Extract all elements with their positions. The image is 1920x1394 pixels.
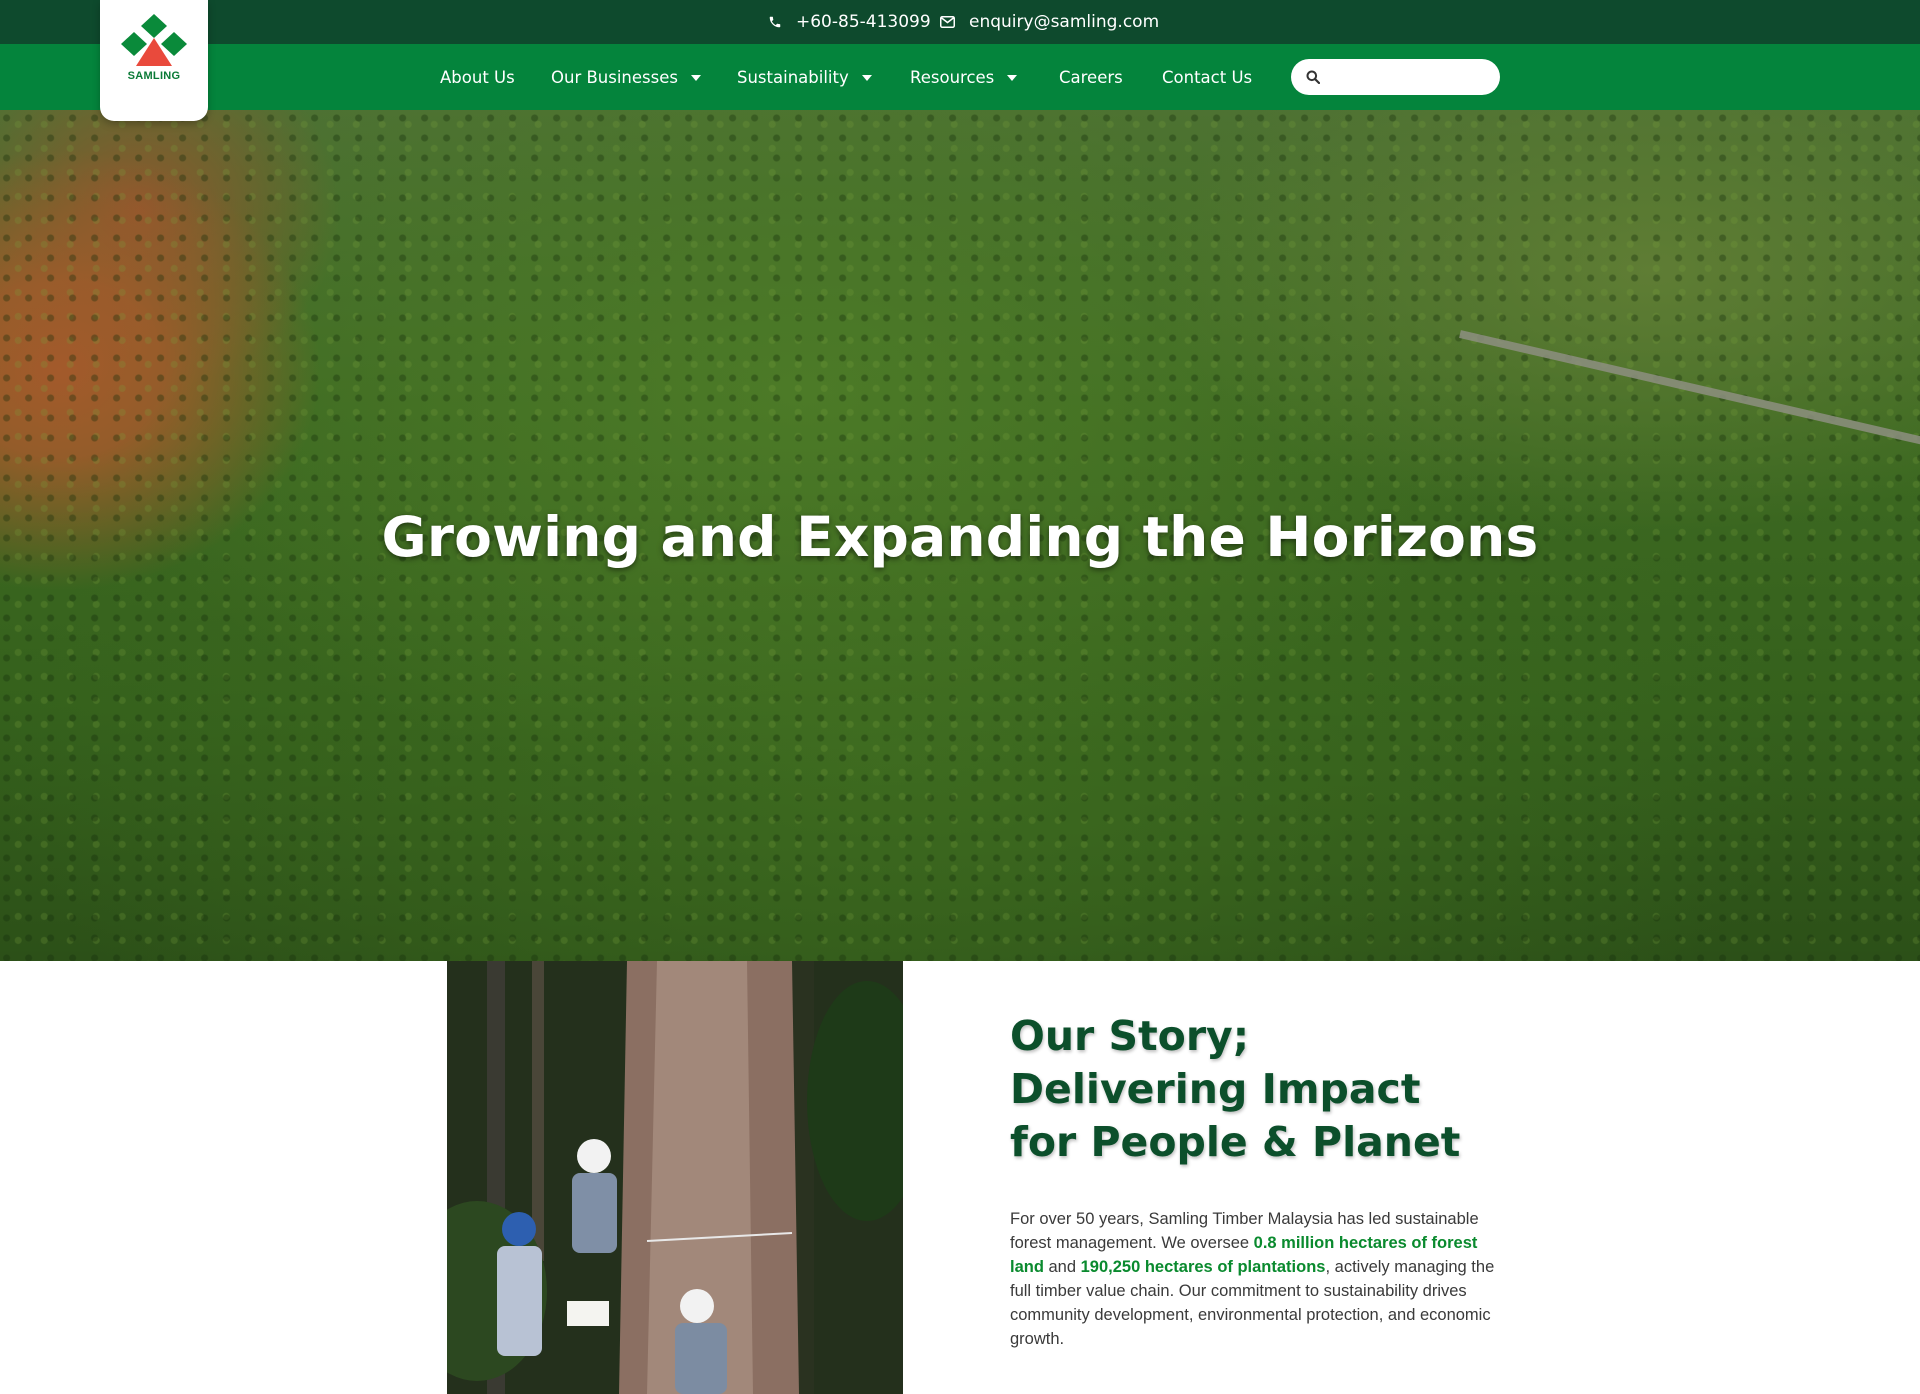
samling-logo-mark (121, 14, 187, 66)
search-box[interactable] (1291, 59, 1500, 95)
email-address: enquiry@samling.com (969, 12, 1160, 32)
story-title-line-1: Our Story; (1010, 1012, 1250, 1060)
top-contact-bar: +60-85-413099 enquiry@samling.com (0, 0, 1920, 44)
nav-label: Sustainability (737, 67, 849, 87)
story-paragraph: For over 50 years, Samling Timber Malays… (1010, 1207, 1500, 1351)
nav-about-us[interactable]: About Us (440, 44, 515, 110)
nav-label: Our Businesses (551, 67, 678, 87)
main-nav: About Us Our Businesses Sustainability R… (0, 44, 1920, 110)
search-input[interactable] (1328, 62, 1488, 92)
logo-text: SAMLING (127, 70, 181, 82)
nav-label: Resources (910, 67, 995, 87)
nav-contact-us[interactable]: Contact Us (1162, 44, 1252, 110)
search-icon (1306, 70, 1320, 84)
nav-careers[interactable]: Careers (1059, 44, 1123, 110)
nav-label: Careers (1059, 67, 1123, 87)
story-image (447, 961, 903, 1394)
story-text-2: and (1043, 1258, 1081, 1276)
story-title-line-3: for People & Planet (1010, 1118, 1461, 1166)
caret-down-icon (690, 75, 701, 81)
phone-number: +60-85-413099 (796, 12, 931, 32)
nav-our-businesses[interactable]: Our Businesses (551, 44, 701, 110)
story-title-line-2: Delivering Impact (1010, 1065, 1421, 1113)
story-title: Our Story; Delivering Impact for People … (1010, 1010, 1530, 1169)
envelope-icon (940, 16, 955, 28)
hero-banner: Growing and Expanding the Horizons (0, 110, 1920, 961)
phone-icon (769, 16, 781, 28)
phone-contact[interactable]: +60-85-413099 (768, 0, 931, 44)
hero-road-detail (1459, 330, 1920, 451)
nav-label: Contact Us (1162, 67, 1253, 87)
hero-title: Growing and Expanding the Horizons (381, 505, 1539, 569)
caret-down-icon (1007, 75, 1018, 81)
logo[interactable]: SAMLING (100, 0, 208, 121)
nav-sustainability[interactable]: Sustainability (737, 44, 872, 110)
email-contact[interactable]: enquiry@samling.com (940, 0, 1159, 44)
caret-down-icon (861, 75, 872, 81)
plantations-highlight: 190,250 hectares of plantations (1080, 1258, 1326, 1276)
nav-label: About Us (440, 67, 515, 87)
forest-workers-illustration (447, 961, 903, 1394)
nav-resources[interactable]: Resources (910, 44, 1018, 110)
